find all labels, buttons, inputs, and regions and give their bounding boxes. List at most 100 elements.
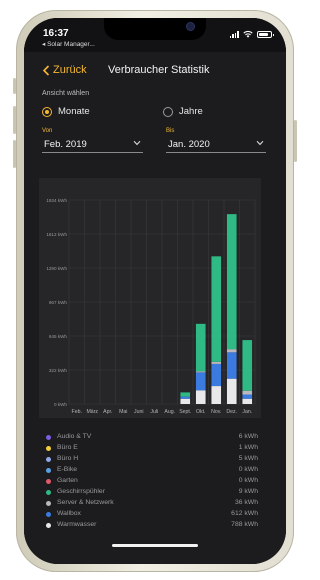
navigation-bar: Zurück Verbraucher Statistik — [24, 52, 286, 86]
app: 16:37 ◂ Solar Manager... Zurück Verbrauc… — [24, 18, 286, 564]
bar-segment — [211, 256, 222, 362]
bar-segment — [242, 394, 253, 399]
radio-years-label: Jahre — [179, 106, 203, 117]
x-tick-label: Feb. — [72, 409, 82, 415]
legend-name: Garten — [57, 477, 78, 484]
battery-icon — [257, 30, 274, 38]
notch — [104, 18, 206, 40]
legend-item[interactable]: Geschirrspühler 9 kWh — [44, 487, 258, 498]
legend-name: E-Bike — [57, 466, 78, 473]
legend-name: Büro E — [57, 444, 78, 451]
radio-selected-icon — [42, 106, 52, 117]
side-button — [294, 120, 297, 162]
legend-item[interactable]: Audio & TV 6 kWh — [44, 432, 258, 443]
camera-icon — [187, 23, 194, 30]
y-tick-label: 1290 kWh — [46, 266, 67, 271]
bar-segment — [226, 349, 237, 353]
bar-segment — [195, 371, 206, 373]
status-time: 16:37 — [43, 28, 69, 39]
x-tick-label: Dez. — [226, 409, 237, 415]
to-label: Bis — [166, 128, 175, 134]
bar-segment — [180, 396, 191, 399]
back-label: Zurück — [53, 64, 87, 76]
bar-segment — [211, 361, 222, 364]
y-tick-label: 1612 kWh — [46, 232, 67, 237]
legend-name: Büro H — [57, 455, 79, 462]
legend-item[interactable]: Wallbox 612 kWh — [44, 509, 258, 520]
bar-segment — [211, 363, 222, 387]
bar-segment — [226, 352, 237, 379]
y-tick-label: 0 kWh — [54, 402, 67, 407]
cellular-signal-icon — [229, 30, 239, 38]
x-tick-label: März — [86, 409, 98, 415]
bar-segment — [226, 378, 237, 404]
legend-swatch — [46, 479, 51, 484]
radio-months-label: Monate — [58, 106, 90, 117]
back-button[interactable]: Zurück — [42, 64, 87, 76]
x-tick-label: Aug. — [164, 409, 175, 415]
legend-swatch — [46, 512, 51, 517]
legend-item[interactable]: Garten 0 kWh — [44, 476, 258, 487]
x-tick-label: Mai — [119, 409, 127, 415]
radio-unselected-icon — [163, 106, 173, 117]
phone-screen: 16:37 ◂ Solar Manager... Zurück Verbrauc… — [24, 18, 286, 564]
legend-name: Geschirrspühler — [57, 488, 105, 495]
x-tick-label: Apr. — [103, 409, 112, 415]
legend-item[interactable]: Warmwasser 788 kWh — [44, 520, 258, 531]
back-to-app-link[interactable]: ◂ Solar Manager... — [42, 40, 95, 48]
legend-value: 1 kWh — [238, 444, 258, 451]
chevron-down-icon — [133, 140, 141, 146]
legend-item[interactable]: E-Bike 0 kWh — [44, 465, 258, 476]
legend-value: 9 kWh — [238, 488, 258, 495]
legend-name: Warmwasser — [57, 521, 97, 528]
view-heading: Ansicht wählen — [42, 90, 90, 97]
legend-item[interactable]: Büro H 5 kWh — [44, 454, 258, 465]
chevron-left-icon — [42, 64, 50, 76]
bar-segment — [242, 390, 253, 395]
legend-value: 36 kWh — [234, 499, 258, 506]
x-tick-label: Jan. — [242, 409, 252, 415]
legend: Audio & TV 6 kWh Büro E 1 kWh Büro H 5 kWh E-B… — [44, 432, 258, 531]
legend-item[interactable]: Server & Netzwerk 36 kWh — [44, 498, 258, 509]
to-select[interactable]: Jan. 2020 — [166, 136, 266, 153]
legend-name: Server & Netzwerk — [57, 499, 114, 506]
bar-segment — [226, 214, 237, 350]
bar-segment — [195, 372, 206, 391]
from-value: Feb. 2019 — [44, 139, 87, 150]
radio-months[interactable]: Monate — [42, 106, 90, 117]
y-tick-label: 322 kWh — [49, 368, 68, 373]
legend-swatch — [46, 468, 51, 473]
legend-value: 0 kWh — [238, 466, 258, 473]
x-tick-label: Okt. — [196, 409, 206, 415]
page-title: Verbraucher Statistik — [108, 64, 210, 76]
y-tick-label: 645 kWh — [49, 334, 68, 339]
legend-swatch — [46, 501, 51, 506]
legend-value: 6 kWh — [238, 433, 258, 440]
chart-canvas: 1934 kWh 1612 kWh 1290 kWh 967 kWh 645 kWh 32… — [46, 198, 256, 415]
bar-segment — [195, 390, 206, 404]
legend-swatch — [46, 435, 51, 440]
from-label: Von — [42, 128, 53, 134]
chevron-down-icon — [256, 140, 264, 146]
side-button — [13, 106, 16, 134]
legend-swatch — [46, 457, 51, 462]
legend-name: Audio & TV — [57, 433, 92, 440]
legend-name: Wallbox — [57, 510, 81, 517]
legend-item[interactable]: Büro E 1 kWh — [44, 443, 258, 454]
x-tick-label: Juni — [134, 409, 144, 415]
bar-segment — [211, 386, 222, 404]
bar-segment — [242, 340, 253, 391]
from-select[interactable]: Feb. 2019 — [42, 136, 143, 153]
wifi-icon — [243, 31, 253, 38]
legend-value: 788 kWh — [231, 521, 258, 528]
x-tick-label: Sept. — [179, 409, 191, 415]
y-tick-label: 967 kWh — [49, 300, 68, 305]
side-button — [13, 78, 16, 94]
home-indicator[interactable] — [112, 544, 198, 547]
legend-value: 612 kWh — [231, 510, 258, 517]
legend-value: 0 kWh — [238, 477, 258, 484]
bar-segment — [242, 398, 253, 404]
legend-value: 5 kWh — [238, 455, 258, 462]
status-icons — [229, 30, 274, 38]
radio-years[interactable]: Jahre — [163, 106, 203, 117]
